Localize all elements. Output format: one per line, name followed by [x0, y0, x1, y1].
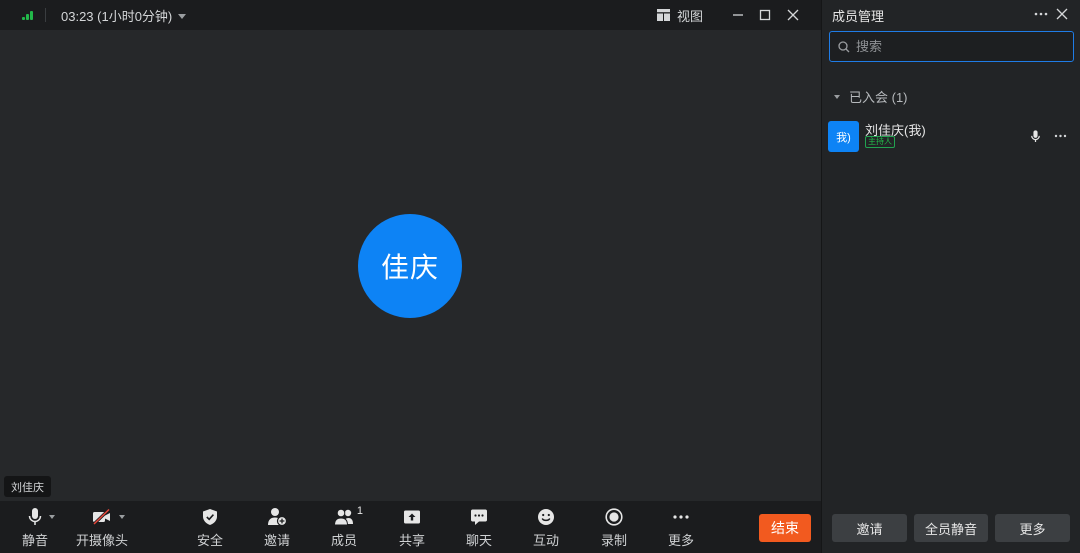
security-label: 安全 — [196, 533, 223, 548]
panel-title: 成员管理 — [832, 9, 885, 24]
minimize-button[interactable] — [727, 4, 749, 26]
member-avatar: 我) — [828, 121, 859, 152]
interact-label: 互动 — [532, 533, 559, 548]
member-more-button[interactable] — [1050, 126, 1070, 146]
participant-avatar: 佳庆 — [358, 214, 462, 318]
chevron-down-icon[interactable] — [49, 515, 55, 519]
search-icon — [838, 40, 850, 52]
signal-icon — [22, 10, 36, 20]
share-screen-icon — [404, 510, 420, 524]
meeting-toolbar: 静音 开摄像头 安全 邀请 1 成员 共享 聊天 互动 录制 更多 结束 — [0, 501, 821, 553]
close-icon — [1056, 8, 1068, 20]
chat-button[interactable]: 聊天 — [449, 505, 509, 551]
camera-button[interactable]: 开摄像头 — [72, 505, 132, 551]
members-panel: 成员管理 已入会 (1) 我) 刘佳庆(我) 主持人 — [821, 0, 1080, 553]
security-button[interactable]: 安全 — [180, 505, 240, 551]
members-button[interactable]: 1 成员 — [314, 505, 374, 551]
search-input[interactable] — [856, 39, 1056, 54]
meeting-timer[interactable]: 03:23 (1小时0分钟) — [61, 6, 187, 25]
end-meeting-button[interactable]: 结束 — [759, 514, 811, 542]
joined-group-label: 已入会 (1) — [849, 90, 908, 105]
mute-button[interactable]: 静音 — [5, 505, 65, 551]
member-search — [829, 31, 1074, 62]
view-label: 视图 — [677, 8, 704, 24]
video-stage: 佳庆 刘佳庆 — [0, 30, 821, 501]
panel-invite-button[interactable]: 邀请 — [832, 514, 907, 542]
close-icon — [787, 9, 799, 21]
panel-more-button[interactable] — [1030, 4, 1052, 24]
more-label: 更多 — [667, 533, 694, 548]
joined-group-header[interactable]: 已入会 (1) — [834, 87, 908, 106]
more-horizontal-icon — [1034, 12, 1048, 16]
maximize-icon — [759, 9, 771, 21]
participant-name-tag: 刘佳庆 — [4, 476, 51, 497]
members-label: 成员 — [330, 533, 357, 548]
member-mic-button[interactable] — [1027, 126, 1043, 146]
smiley-icon — [538, 509, 554, 525]
invite-button[interactable]: 邀请 — [247, 505, 307, 551]
view-button[interactable]: 视图 — [657, 5, 703, 25]
mute-all-button[interactable]: 全员静音 — [914, 514, 988, 542]
maximize-button[interactable] — [754, 4, 776, 26]
chevron-down-icon — [178, 14, 187, 19]
more-horizontal-icon — [673, 515, 689, 519]
more-button[interactable]: 更多 — [651, 505, 711, 551]
chevron-down-icon[interactable] — [119, 515, 125, 519]
mute-label: 静音 — [21, 533, 48, 548]
member-row[interactable]: 我) 刘佳庆(我) 主持人 — [828, 120, 1075, 152]
record-icon — [605, 508, 623, 526]
members-icon — [333, 508, 353, 526]
add-user-icon — [268, 508, 288, 527]
grid-view-icon — [657, 9, 670, 21]
microphone-icon — [1030, 129, 1040, 142]
share-label: 共享 — [398, 533, 425, 548]
camera-label: 开摄像头 — [75, 533, 128, 548]
host-badge: 主持人 — [865, 136, 895, 148]
meeting-main: 03:23 (1小时0分钟) 视图 佳庆 刘佳庆 静音 开摄像头 安全 邀请 1… — [0, 0, 821, 553]
chat-bubble-icon — [471, 509, 487, 525]
title-bar: 03:23 (1小时0分钟) 视图 — [0, 0, 821, 30]
panel-more-actions-button[interactable]: 更多 — [995, 514, 1070, 542]
record-label: 录制 — [600, 533, 627, 548]
panel-close-button[interactable] — [1051, 4, 1073, 24]
microphone-icon — [28, 508, 42, 525]
camera-off-icon — [92, 508, 111, 526]
divider — [45, 8, 46, 22]
meeting-timer-text: 03:23 (1小时0分钟) — [61, 9, 173, 24]
invite-label: 邀请 — [263, 533, 290, 548]
shield-icon — [203, 509, 217, 525]
chevron-down-icon — [834, 94, 840, 99]
members-count: 1 — [356, 505, 363, 517]
panel-footer: 邀请 全员静音 更多 — [822, 501, 1080, 553]
close-window-button[interactable] — [782, 4, 804, 26]
interact-button[interactable]: 互动 — [516, 505, 576, 551]
minimize-icon — [733, 14, 743, 16]
chat-label: 聊天 — [465, 533, 492, 548]
more-horizontal-icon — [1054, 134, 1066, 138]
share-button[interactable]: 共享 — [382, 505, 442, 551]
record-button[interactable]: 录制 — [584, 505, 644, 551]
